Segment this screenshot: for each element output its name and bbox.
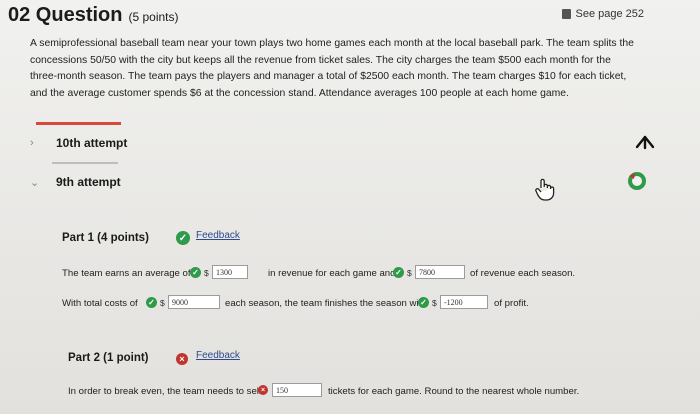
check-icon: ✓ — [176, 231, 190, 245]
part1-text-2b: each season, the team finishes the seaso… — [225, 298, 427, 309]
part2-title: Part 2 (1 point) — [68, 352, 149, 364]
chevron-down-icon: ⌄ — [30, 176, 40, 189]
part1-text-1b: in revenue for each game and — [268, 268, 396, 279]
part1-text-2a: With total costs of — [62, 298, 138, 309]
part2-text-b: tickets for each game. Round to the near… — [328, 386, 580, 397]
check-icon: ✓ — [146, 297, 157, 308]
see-page-label: See page 252 — [575, 8, 644, 20]
error-x-icon: × — [258, 385, 268, 395]
currency-symbol: $ — [160, 298, 165, 308]
check-icon: ✓ — [393, 267, 404, 278]
tickets-per-game-input[interactable]: 150 — [272, 383, 322, 397]
see-page-link[interactable]: See page 252 — [562, 8, 644, 20]
question-title: 02 Question (5 points) — [8, 4, 179, 27]
question-page: 02 Question (5 points) See page 252 A sem… — [0, 0, 700, 414]
part1-text-2c: of profit. — [494, 298, 529, 309]
part1-text-1c: of revenue each season. — [470, 268, 576, 279]
part1-feedback-link[interactable]: Feedback — [196, 230, 240, 241]
error-x-icon: × — [176, 353, 188, 365]
currency-symbol: $ — [204, 268, 209, 278]
revenue-per-season-input[interactable]: 7800 — [415, 265, 465, 279]
question-points: (5 points) — [128, 10, 179, 24]
hand-cursor-icon — [535, 178, 555, 201]
divider-accent — [36, 122, 121, 125]
profit-input[interactable]: -1200 — [440, 295, 488, 309]
part2-text-a: In order to break even, the team needs t… — [68, 386, 262, 397]
part2-feedback-link[interactable]: Feedback — [196, 350, 240, 361]
part1-title: Part 1 (4 points) — [62, 232, 149, 244]
question-text: A semiprofessional baseball team near yo… — [30, 38, 634, 99]
attempt-10-label: 10th attempt — [56, 136, 128, 150]
currency-symbol: $ — [432, 298, 437, 308]
attempt-divider — [52, 162, 118, 164]
currency-symbol: $ — [407, 268, 412, 278]
grade-badge-icon — [628, 172, 646, 190]
check-icon: ✓ — [190, 267, 201, 278]
chevron-right-icon: › — [30, 137, 34, 149]
arrow-up-icon[interactable] — [634, 134, 656, 150]
attempt-9-label: 9th attempt — [56, 175, 121, 189]
attempt-10-header[interactable]: › 10th attempt — [30, 136, 127, 150]
book-icon — [562, 9, 572, 19]
question-number: 02 Question — [8, 4, 123, 26]
attempt-9-header[interactable]: ⌄ 9th attempt — [30, 175, 121, 189]
total-costs-input[interactable]: 9000 — [168, 295, 220, 309]
revenue-per-game-input[interactable]: 1300 — [212, 265, 248, 279]
part1-text-1a: The team earns an average of — [62, 268, 191, 279]
check-icon: ✓ — [418, 297, 429, 308]
